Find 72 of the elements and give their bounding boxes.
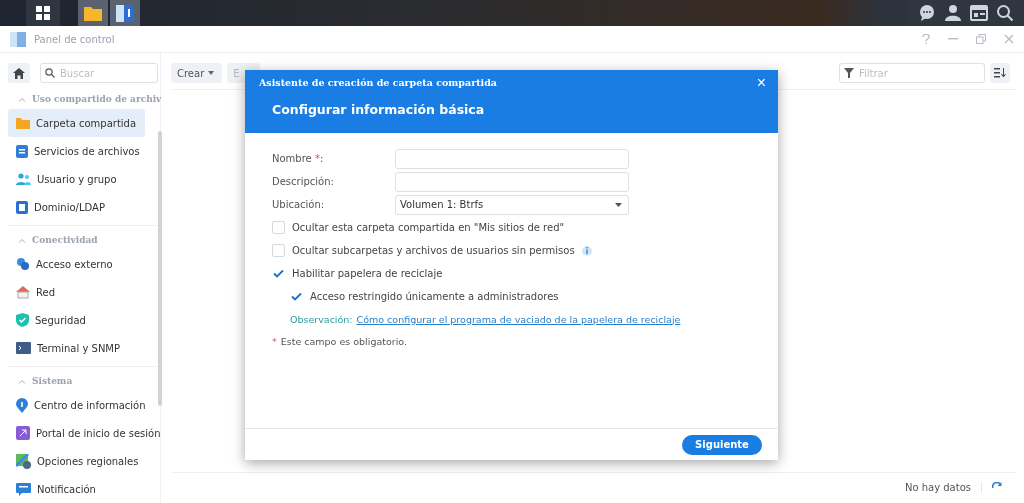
search-icon xyxy=(45,68,55,78)
control-panel-app-icon[interactable] xyxy=(110,0,140,26)
sidebar-item[interactable]: Carpeta compartida xyxy=(8,109,145,137)
search-field[interactable]: Buscar xyxy=(40,63,158,83)
folder-icon xyxy=(16,117,30,129)
field-label: Descripción: xyxy=(272,176,335,187)
field-label: Ubicación: xyxy=(272,199,326,210)
home-icon xyxy=(13,67,25,79)
caret-icon xyxy=(615,202,622,207)
dialog-heading: Configurar información básica xyxy=(272,102,486,117)
filter-field[interactable]: Filtrar xyxy=(839,63,985,83)
house-icon xyxy=(16,285,30,299)
option-label: Acceso restringido únicamente a administradores xyxy=(310,291,559,302)
input-field[interactable] xyxy=(395,171,629,192)
sidebar-item[interactable]: Red xyxy=(8,278,145,306)
sort-button[interactable] xyxy=(990,63,1010,83)
section-title: Conectividad xyxy=(32,235,98,245)
required-note: * Este campo es obligatorio. xyxy=(272,334,408,349)
option-label: Ocultar esta carpeta compartida en "Mis sitios de red" xyxy=(292,222,565,233)
shield-icon xyxy=(16,313,29,327)
collapse-icon xyxy=(18,237,26,243)
sidebar-item[interactable]: Dominio/LDAP xyxy=(8,193,145,221)
sidebar-item[interactable]: Usuario y grupo xyxy=(8,165,145,193)
control-panel-icon xyxy=(10,31,26,47)
search-icon[interactable] xyxy=(996,4,1014,22)
collapse-icon xyxy=(18,378,26,384)
grid-icon xyxy=(35,5,51,21)
terminal-icon xyxy=(16,342,31,354)
folder-app-icon[interactable] xyxy=(78,0,108,26)
users-icon xyxy=(16,173,31,185)
status-text: No hay datos xyxy=(904,481,982,493)
toolbar-button[interactable]: Crear xyxy=(171,63,223,83)
sort-icon xyxy=(994,68,1006,78)
input-field[interactable] xyxy=(395,148,629,169)
id-card-icon xyxy=(16,200,28,214)
filter-icon xyxy=(844,68,854,78)
message-icon xyxy=(16,482,31,496)
sidebar-item[interactable]: Seguridad xyxy=(8,306,145,334)
caret-icon xyxy=(208,71,215,75)
note-label: Observación: xyxy=(290,313,353,325)
sidebar-item[interactable]: Terminal y SNMP xyxy=(8,334,145,362)
sidebar-item[interactable]: Acceso externo xyxy=(8,250,145,278)
user-icon[interactable] xyxy=(944,4,962,22)
section-title: Sistema xyxy=(32,376,73,386)
sidebar-item[interactable]: Servicios de archivos xyxy=(8,137,146,165)
checkbox[interactable] xyxy=(272,267,285,280)
portal-icon xyxy=(16,426,30,440)
widgets-icon[interactable] xyxy=(970,4,988,22)
dialog-title: Asistente de creación de carpeta compartida xyxy=(259,77,497,88)
chat-icon[interactable] xyxy=(918,4,936,22)
option-label: Habilitar papelera de reciclaje xyxy=(292,268,443,279)
checkbox[interactable] xyxy=(290,290,303,303)
checkbox[interactable] xyxy=(272,244,285,257)
next-button[interactable]: Siguiente xyxy=(682,434,762,455)
close-button[interactable]: × xyxy=(756,74,766,92)
field-label: Nombre *: xyxy=(272,153,325,164)
info-pin-icon xyxy=(16,397,28,413)
home-button[interactable] xyxy=(8,63,30,83)
sidebar-item[interactable]: Notificación xyxy=(8,475,145,503)
sidebar-item[interactable]: Opciones regionales xyxy=(8,447,145,475)
select-field[interactable]: Volumen 1: Btrfs xyxy=(395,194,629,215)
collapse-icon xyxy=(18,96,26,102)
checkbox[interactable] xyxy=(272,221,285,234)
help-link[interactable]: Cómo configurar el programa de vaciado de la papelera de reciclaje xyxy=(356,313,681,325)
window-title: Panel de control xyxy=(34,33,115,45)
sidebar-item[interactable]: Centro de información xyxy=(8,391,152,419)
apps-button[interactable] xyxy=(26,0,60,26)
file-icon xyxy=(16,144,28,158)
sidebar-item[interactable]: Portal de inicio de sesión xyxy=(8,419,167,447)
section-title: Uso compartido de archiv xyxy=(32,94,162,104)
option-label: Ocultar subcarpetas y archivos de usuarios sin permisos xyxy=(292,245,575,256)
info-icon[interactable] xyxy=(581,245,592,256)
